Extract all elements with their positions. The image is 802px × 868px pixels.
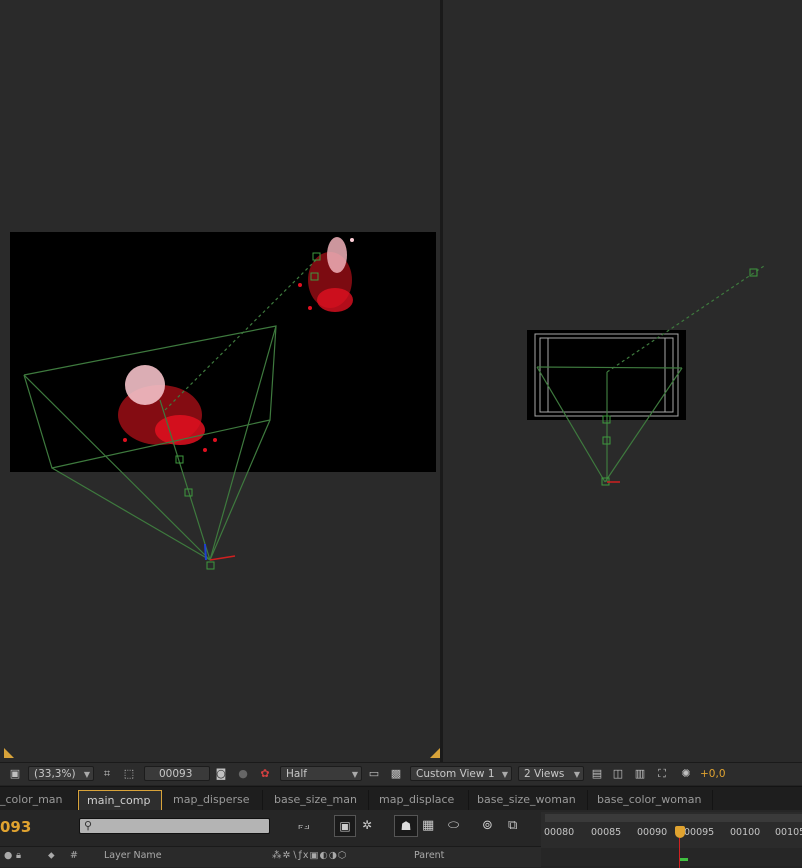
composition-mini-flowchart-icon[interactable]: ⟔⟓: [298, 818, 309, 833]
left-viewport-active-corner: [4, 748, 14, 758]
ruler-label: 00085: [591, 827, 622, 838]
tab-base-size-woman[interactable]: base_size_woman: [469, 790, 588, 810]
motion-blur-icon[interactable]: ▦: [422, 818, 434, 833]
tab-label: base_size_woman: [477, 793, 576, 806]
tab-label: base_color_woman: [597, 793, 702, 806]
flowchart-icon[interactable]: ⛶: [655, 767, 669, 781]
region-of-interest-icon[interactable]: ⌗: [100, 767, 114, 781]
layer-columns-header: ● 🔒︎ ⬥ # Layer Name ⁂✲∖ƒx▣◐◑⬡ Parent: [0, 846, 541, 867]
chevron-down-icon: ▼: [351, 770, 358, 779]
timeline-icon[interactable]: ▥: [633, 767, 647, 781]
fast-preview-icon[interactable]: ◫: [611, 767, 625, 781]
tab-label: main_comp: [87, 794, 151, 807]
current-frame-field[interactable]: 00093: [144, 766, 210, 781]
playhead-handle[interactable]: [675, 826, 685, 838]
chevron-down-icon: ▼: [501, 770, 508, 779]
ruler-label: 00090: [637, 827, 668, 838]
exposure-value[interactable]: +0,0: [700, 768, 726, 780]
label-tag-icon[interactable]: ⬥: [48, 850, 55, 861]
tab-label: base_size_man: [274, 793, 357, 806]
channel-icon[interactable]: ✿: [258, 767, 272, 781]
tab-color-man[interactable]: _color_man: [0, 790, 78, 810]
cache-indicator: [680, 858, 688, 861]
time-ruler[interactable]: 00080 00085 00090 00095 00100 00105: [541, 812, 802, 868]
current-frame-value: 00093: [159, 768, 193, 780]
column-number: #: [70, 850, 78, 861]
brainstorm-icon[interactable]: ⬭: [448, 818, 459, 833]
video-toggle-icon[interactable]: ●: [4, 850, 12, 861]
ruler-label: 00080: [544, 827, 575, 838]
tab-label: map_disperse: [173, 793, 250, 806]
show-snapshot-icon[interactable]: ●: [236, 767, 250, 781]
view-dropdown[interactable]: Custom View 1 ▼: [410, 766, 512, 781]
ruler-label: 00095: [684, 827, 715, 838]
chevron-down-icon: ▼: [83, 770, 90, 779]
transparency-icon[interactable]: ▩: [389, 767, 403, 781]
always-preview-icon[interactable]: ▣: [8, 767, 22, 781]
search-icon: ⚲: [84, 819, 93, 832]
work-area-bar[interactable]: [545, 814, 802, 822]
tab-base-size-man[interactable]: base_size_man: [266, 790, 369, 810]
magnification-dropdown[interactable]: (33,3%) ▼: [28, 766, 94, 781]
timeline-tab-bar: _color_man main_comp map_disperse base_s…: [0, 786, 802, 811]
composition-viewports[interactable]: [0, 0, 802, 762]
viewport-divider[interactable]: [440, 0, 443, 762]
tab-label: map_displace: [379, 793, 455, 806]
composition-toolbar: ▣ (33,3%) ▼ ⌗ ⬚ 00093 ◙ ● ✿ Half ▼ ▭ ▩ Cus…: [0, 762, 802, 785]
toggle-pixel-aspect-icon[interactable]: ▤: [590, 767, 604, 781]
auto-keyframe-icon[interactable]: ⊚: [482, 818, 493, 833]
hide-shy-layers-icon[interactable]: ✲: [362, 818, 372, 832]
transparency-grid-icon[interactable]: ⬚: [122, 767, 136, 781]
graph-editor-icon[interactable]: ⧉: [508, 818, 517, 833]
left-comp-frame: [10, 232, 436, 472]
view-layout-value: 2 Views: [524, 768, 565, 780]
column-layer-name: Layer Name: [104, 850, 162, 861]
draft-3d-icon[interactable]: ▣: [334, 815, 356, 837]
left-viewport-active-corner-right: [430, 748, 440, 758]
playhead-line: [679, 838, 680, 868]
tab-base-color-woman[interactable]: base_color_woman: [589, 790, 713, 810]
layer-search-input[interactable]: ⚲: [79, 818, 270, 834]
resolution-dropdown[interactable]: Half ▼: [280, 766, 362, 781]
view-value: Custom View 1: [416, 768, 495, 780]
resolution-value: Half: [286, 768, 307, 780]
tab-map-disperse[interactable]: map_disperse: [165, 790, 263, 810]
exposure-reset-icon[interactable]: ✺: [679, 767, 693, 781]
chevron-down-icon: ▼: [573, 770, 580, 779]
tab-map-displace[interactable]: map_displace: [371, 790, 469, 810]
column-parent: Parent: [414, 850, 445, 861]
layer-switches-icon[interactable]: ⁂✲∖ƒx▣◐◑⬡: [272, 850, 347, 861]
lock-icon[interactable]: 🔒︎: [16, 850, 21, 861]
tab-label: _color_man: [0, 793, 63, 806]
camera-snapshot-icon[interactable]: ◙: [214, 767, 228, 781]
viewport-canvas[interactable]: [0, 0, 802, 762]
magnification-value: (33,3%): [34, 768, 76, 780]
view-layout-dropdown[interactable]: 2 Views ▼: [518, 766, 584, 781]
frame-blending-icon[interactable]: ☗: [394, 815, 418, 837]
current-time-display[interactable]: 093: [0, 818, 31, 836]
ruler-label: 00105: [775, 827, 802, 838]
fast-previews-icon[interactable]: ▭: [367, 767, 381, 781]
ruler-label: 00100: [730, 827, 761, 838]
tab-main-comp[interactable]: main_comp: [78, 790, 162, 810]
